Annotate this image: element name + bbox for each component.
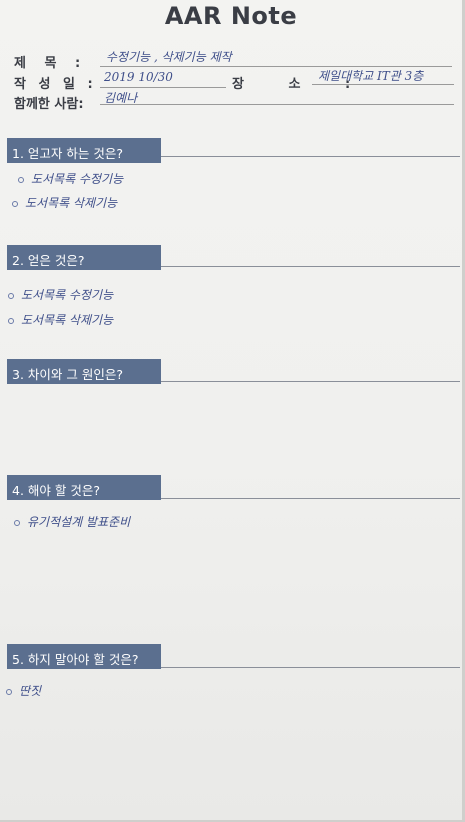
section-2-header: 2. 얻은 것은? [7,245,161,270]
section-5-title: 5. 하지 말아야 할 것은? [12,652,139,667]
section-3-title: 3. 차이와 그 원인은? [12,367,123,382]
with-underline [100,104,454,105]
section-4-rule [161,498,460,499]
bullet-icon [8,317,14,324]
subject-value: 수정기능 , 삭제기능 제작 [106,50,232,64]
section-2-rule [161,266,460,267]
page-title: AAR Note [164,2,298,30]
list-item: 도서목록 수정기능 [18,170,123,187]
subject-label: 제 목 : [14,56,88,71]
section-1-title: 1. 얻고자 하는 것은? [12,146,123,161]
with-label: 함께한 사람: [14,97,84,112]
date-label: 작 성 일 : [14,77,97,92]
section-2-title: 2. 얻은 것은? [12,253,85,268]
date-underline [100,87,226,88]
section-3-rule [161,381,460,382]
aar-note-sheet: AAR Note 제 목 : 수정기능 , 삭제기능 제작 작 성 일 : 20… [0,0,465,822]
section-3-header: 3. 차이와 그 원인은? [7,359,161,384]
section-1-header: 1. 얻고자 하는 것은? [7,138,161,163]
date-value: 2019 10/30 [104,70,173,84]
bullet-icon [8,292,14,299]
bullet-icon [18,176,24,183]
bullet-icon [6,688,12,695]
list-item: 도서목록 수정기능 [8,286,113,303]
section-5-header: 5. 하지 말아야 할 것은? [7,644,161,669]
list-item: 딴짓 [6,682,41,699]
list-item: 도서목록 삭제기능 [8,311,113,328]
list-item: 도서목록 삭제기능 [12,194,117,211]
bullet-icon [12,200,18,207]
section-1-rule [161,156,460,157]
section-4-header: 4. 해야 할 것은? [7,475,161,500]
bullet-icon [14,519,20,526]
list-item: 유기적설계 발표준비 [14,513,130,530]
section-4-title: 4. 해야 할 것은? [12,483,100,498]
place-value: 제일대학교 IT관 3층 [318,69,424,83]
place-underline [312,84,454,85]
section-5-rule [161,667,460,668]
